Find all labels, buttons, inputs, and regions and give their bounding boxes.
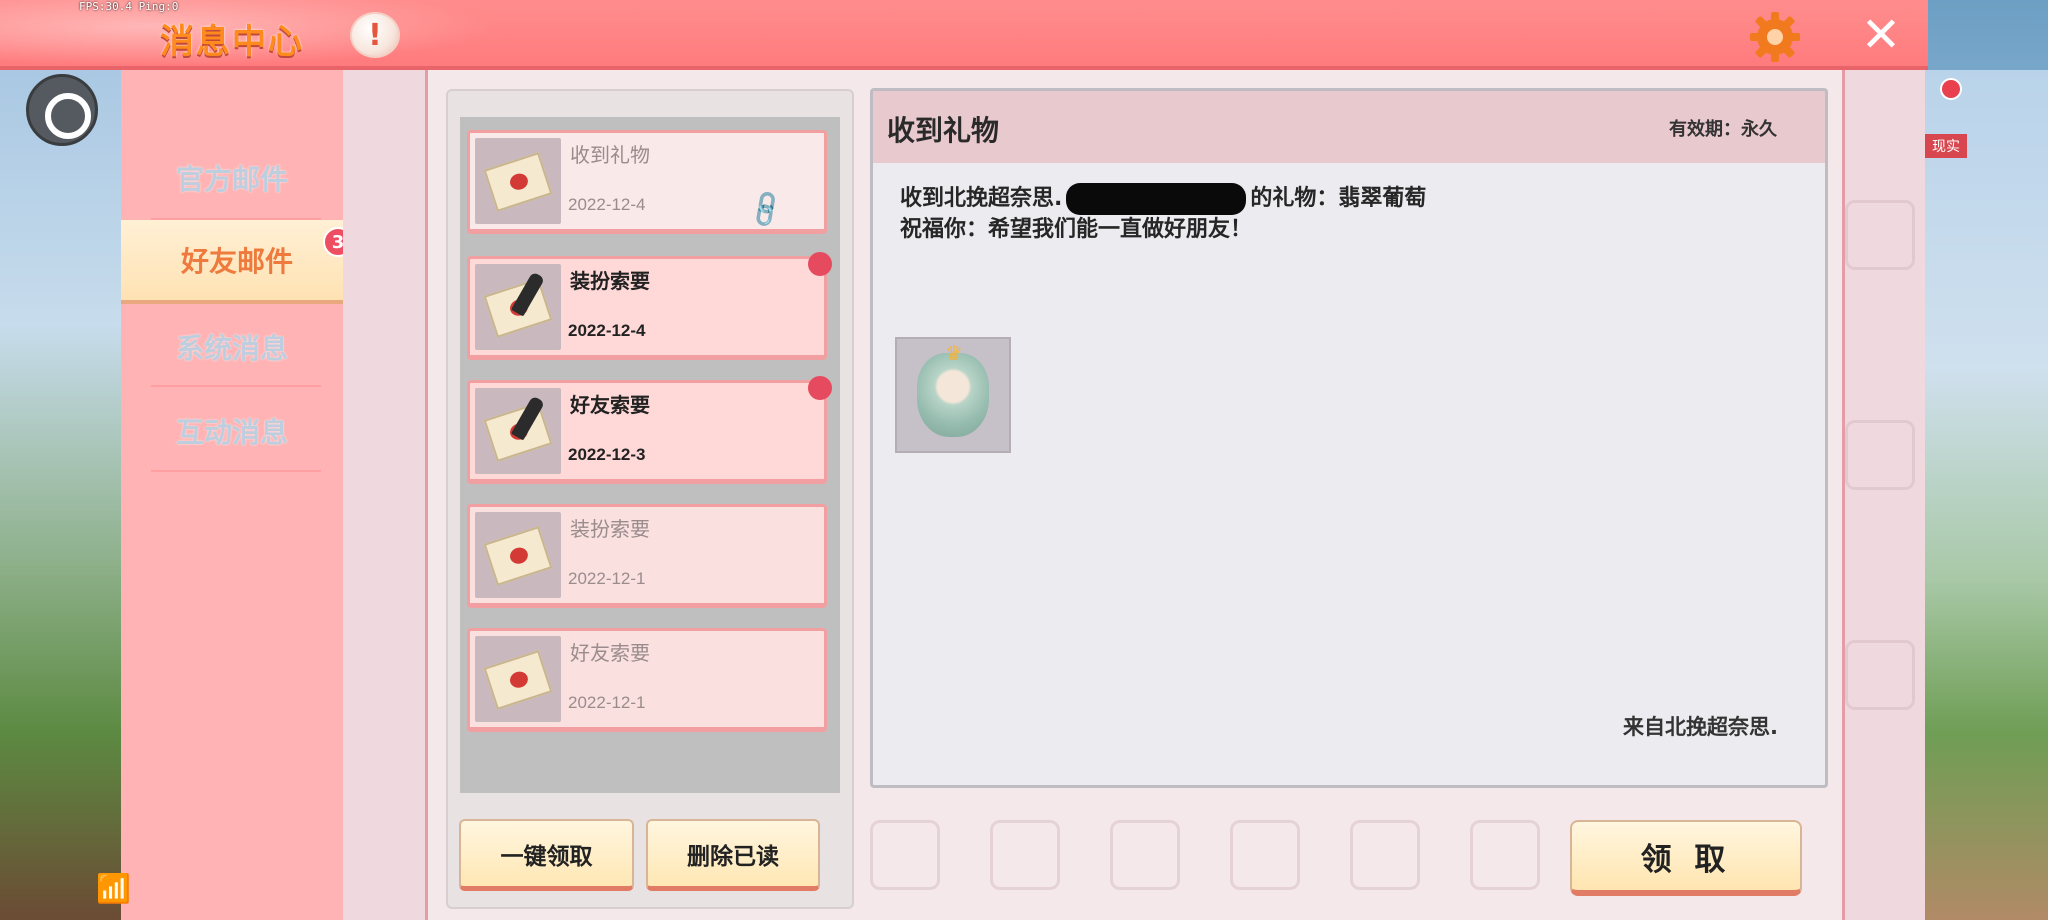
mail-item-title: 收到礼物 (570, 143, 650, 167)
background-pattern (1350, 820, 1420, 890)
mail-item[interactable]: 装扮索要 2022-12-1 (467, 504, 827, 608)
game-scene-right (1925, 70, 2048, 920)
claim-all-button[interactable]: 一键领取 (459, 819, 634, 891)
envelope-icon (475, 636, 561, 722)
info-button[interactable]: ! (350, 12, 400, 58)
background-pattern (1470, 820, 1540, 890)
mail-item-date: 2022-12-4 (568, 321, 646, 340)
sidebar-item-interaction[interactable]: 互动消息 (121, 389, 343, 473)
mail-item-date: 2022-12-3 (568, 445, 646, 464)
background-pattern (870, 820, 940, 890)
mail-detail-header: 收到礼物 有效期：永久 (873, 91, 1825, 163)
mail-detail-panel: 收到礼物 有效期：永久 收到北挽超奈思. 的礼物：翡翠葡萄 祝福你：希望我们能一直… (870, 88, 1828, 788)
mail-item[interactable]: 好友索要 2022-12-1 (467, 628, 827, 732)
notification-dot (1940, 78, 1962, 100)
delete-read-button[interactable]: 删除已读 (646, 819, 820, 891)
mail-item-title: 装扮索要 (570, 517, 650, 541)
attachment-icon: 🔗 (744, 188, 789, 232)
fps-readout: FPS:30.4 Ping:0 (79, 0, 179, 13)
background-pattern (1845, 640, 1915, 710)
envelope-icon (475, 138, 561, 224)
mail-item-title: 好友索要 (570, 641, 650, 665)
mail-body-line-2: 祝福你：希望我们能一直做好朋友！ (900, 217, 1253, 242)
envelope-quill-icon (475, 388, 561, 474)
unread-dot (808, 252, 832, 276)
unread-dot (808, 376, 832, 400)
sidebar-item-system[interactable]: 系统消息 (121, 305, 343, 389)
envelope-icon (475, 512, 561, 598)
mail-sender: 来自北挽超奈思. (1623, 715, 1778, 739)
character-hair-icon (917, 353, 989, 437)
mail-body-suffix: 的礼物：翡翠葡萄 (1250, 186, 1427, 211)
mail-item[interactable]: 收到礼物 2022-12-4 🔗 (467, 130, 827, 234)
redacted-name (1066, 183, 1247, 215)
sidebar-divider (151, 385, 321, 387)
mail-item-date: 2022-12-1 (568, 569, 646, 588)
mail-item-date: 2022-12-4 (568, 195, 646, 214)
background-pattern (1845, 420, 1915, 490)
mail-body-line-1: 收到北挽超奈思. 的礼物：翡翠葡萄 (900, 183, 1426, 215)
mail-item[interactable]: 好友索要 2022-12-3 (467, 380, 827, 484)
reality-tag[interactable]: 现实 (1925, 134, 1967, 158)
wifi-icon: 📶 (96, 872, 131, 905)
background-pattern (1110, 820, 1180, 890)
reward-item-slot[interactable]: ♛ (895, 337, 1011, 453)
close-icon[interactable]: ✕ (1858, 11, 1904, 59)
background-pattern (990, 820, 1060, 890)
claim-button[interactable]: 领 取 (1570, 820, 1802, 896)
sidebar: 官方邮件 好友邮件 系统消息 互动消息 (121, 70, 353, 920)
mail-item[interactable]: 装扮索要 2022-12-4 (467, 256, 827, 360)
sidebar-item-friend-mail[interactable]: 好友邮件 (121, 220, 353, 304)
background-pattern (1845, 200, 1915, 270)
mail-body-prefix: 收到北挽超奈思. (900, 186, 1063, 211)
record-button[interactable] (26, 74, 98, 146)
mail-item-title: 装扮索要 (570, 269, 650, 293)
envelope-quill-icon (475, 264, 561, 350)
crown-icon: ♛ (945, 341, 963, 365)
background-pattern (1230, 820, 1300, 890)
mail-item-title: 好友索要 (570, 393, 650, 417)
sidebar-item-official[interactable]: 官方邮件 (121, 136, 343, 220)
mail-detail-title: 收到礼物 (887, 114, 1000, 147)
gear-icon[interactable] (1748, 10, 1802, 64)
mail-detail-body: 收到北挽超奈思. 的礼物：翡翠葡萄 祝福你：希望我们能一直做好朋友！ (900, 183, 1426, 245)
mail-validity: 有效期：永久 (1669, 119, 1777, 140)
sidebar-divider (151, 470, 321, 472)
mail-item-date: 2022-12-1 (568, 693, 646, 712)
game-scene-left (0, 70, 125, 920)
page-title: 消息中心 (160, 22, 304, 62)
